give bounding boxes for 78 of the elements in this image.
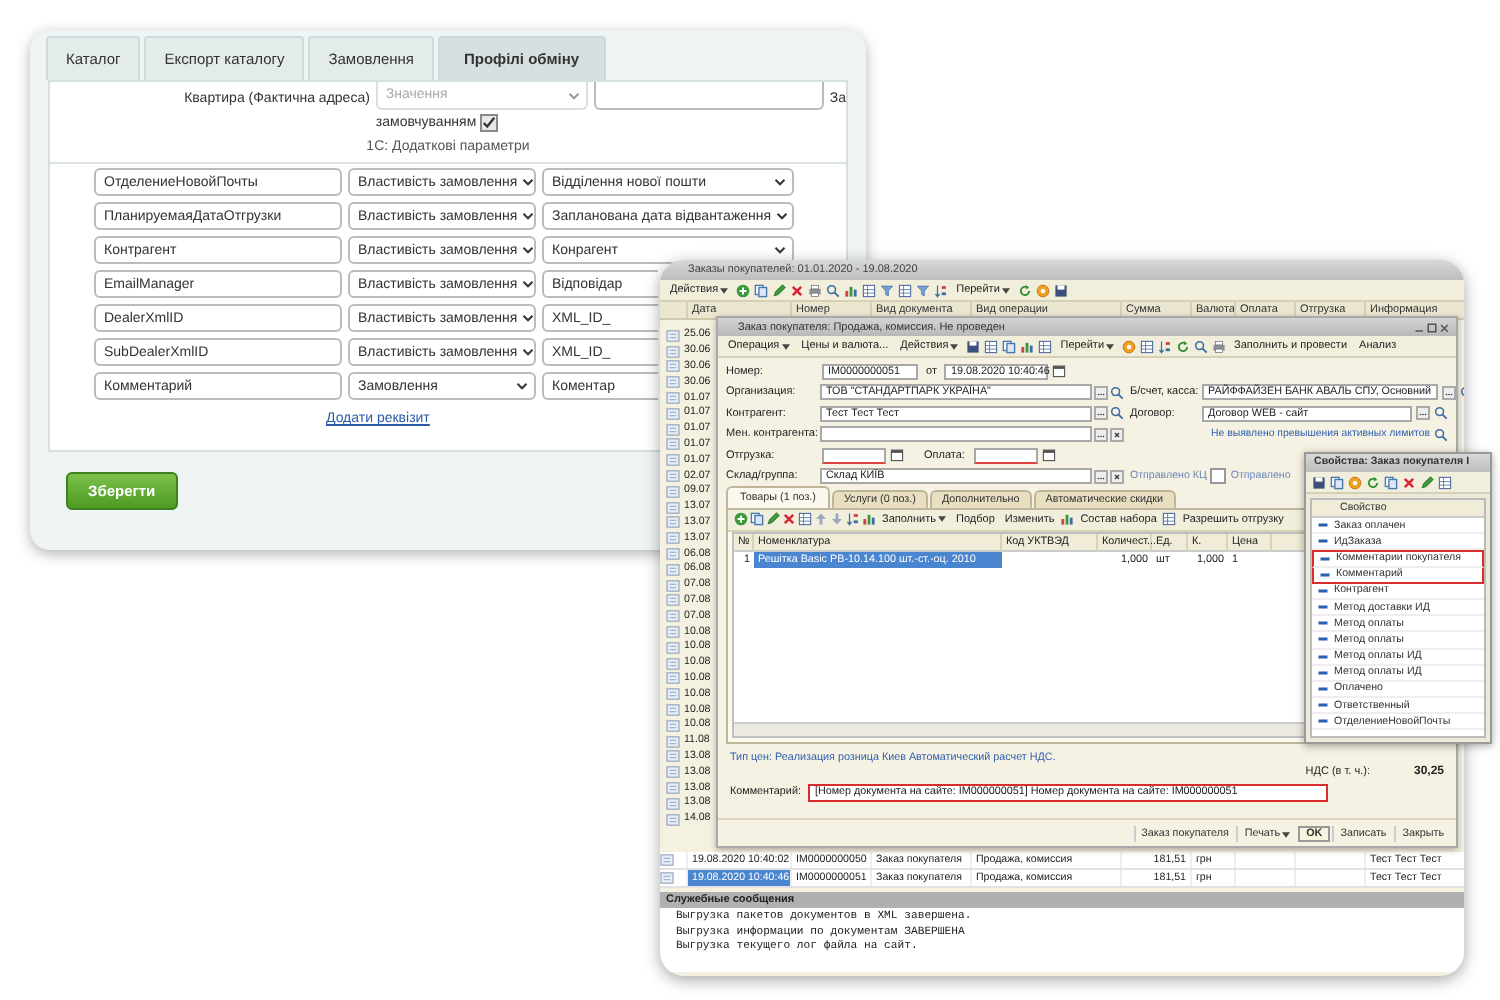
checkbox[interactable] bbox=[480, 114, 499, 132]
copy-icon[interactable] bbox=[1384, 475, 1398, 489]
window-controls-icon[interactable] bbox=[1414, 321, 1450, 333]
document-icon bbox=[666, 688, 680, 701]
save-icon[interactable] bbox=[1053, 283, 1068, 297]
caret-icon bbox=[950, 343, 959, 349]
caret-icon bbox=[781, 343, 790, 349]
caret-icon bbox=[1001, 287, 1010, 293]
copy-icon[interactable] bbox=[750, 512, 764, 526]
document-icon bbox=[666, 766, 680, 779]
document-icon bbox=[666, 532, 680, 545]
printer-icon[interactable] bbox=[1212, 339, 1227, 353]
calendar-icon[interactable] bbox=[1052, 364, 1067, 378]
chevron-icon bbox=[774, 178, 786, 186]
circle-icon[interactable] bbox=[1348, 475, 1362, 489]
document-icon bbox=[666, 813, 680, 826]
document-icon bbox=[660, 854, 674, 866]
chevron-icon bbox=[521, 314, 534, 322]
table-icon[interactable] bbox=[1162, 512, 1177, 526]
sort-icon[interactable] bbox=[846, 512, 860, 526]
clear-icon[interactable] bbox=[1110, 427, 1124, 441]
table-icon[interactable] bbox=[1140, 339, 1155, 353]
document-icon bbox=[666, 610, 680, 623]
chevron-icon bbox=[521, 280, 534, 288]
document-icon bbox=[666, 782, 680, 794]
chevron-icon bbox=[521, 178, 534, 186]
copy-icon[interactable] bbox=[1330, 475, 1344, 489]
chevron-icon bbox=[775, 212, 788, 220]
refresh-icon[interactable] bbox=[1176, 339, 1191, 353]
printer-icon[interactable] bbox=[808, 283, 823, 297]
calendar-icon[interactable] bbox=[890, 448, 904, 462]
delete-icon[interactable] bbox=[790, 283, 805, 297]
document-icon bbox=[666, 454, 680, 467]
date-field[interactable] bbox=[822, 447, 886, 463]
chevron-icon bbox=[521, 348, 534, 356]
add-icon[interactable] bbox=[736, 283, 751, 297]
copy-icon[interactable] bbox=[754, 283, 769, 297]
refresh-icon[interactable] bbox=[1366, 475, 1380, 489]
checkbox[interactable] bbox=[1210, 468, 1227, 484]
add-icon[interactable] bbox=[734, 512, 748, 526]
caret-icon bbox=[938, 516, 947, 522]
bar-chart-icon[interactable] bbox=[862, 512, 876, 526]
bar-chart-icon[interactable] bbox=[1060, 512, 1075, 526]
table-icon[interactable] bbox=[862, 283, 877, 297]
circle-icon[interactable] bbox=[1122, 339, 1137, 353]
delete-icon[interactable] bbox=[1402, 475, 1416, 489]
date-field[interactable] bbox=[974, 447, 1039, 463]
document-icon bbox=[660, 872, 674, 884]
text-field[interactable] bbox=[820, 426, 1092, 442]
delete-icon[interactable] bbox=[782, 512, 796, 526]
bar-chart-icon[interactable] bbox=[1020, 339, 1035, 353]
document-icon bbox=[666, 376, 680, 389]
table-icon[interactable] bbox=[1438, 475, 1452, 489]
save-icon[interactable] bbox=[966, 339, 981, 353]
document-icon bbox=[666, 329, 680, 342]
chevron-icon bbox=[521, 212, 534, 220]
chevron-icon bbox=[521, 246, 534, 254]
chevron-icon bbox=[567, 91, 580, 99]
document-icon bbox=[666, 797, 680, 810]
calendar-icon[interactable] bbox=[1042, 448, 1057, 462]
table-icon[interactable] bbox=[984, 339, 999, 353]
chevron-icon bbox=[516, 382, 528, 390]
table-icon[interactable] bbox=[1038, 339, 1053, 353]
chevron-icon bbox=[774, 246, 786, 254]
bar-chart-icon[interactable] bbox=[844, 283, 859, 297]
text-field[interactable] bbox=[593, 82, 824, 110]
refresh-icon[interactable] bbox=[1017, 283, 1032, 297]
caret-icon bbox=[1106, 343, 1115, 349]
sort-icon[interactable] bbox=[1158, 339, 1173, 353]
table-icon[interactable] bbox=[898, 283, 913, 297]
caret-icon bbox=[720, 287, 729, 293]
save-icon[interactable] bbox=[1312, 475, 1326, 489]
caret-icon bbox=[1282, 831, 1291, 837]
pencil-icon[interactable] bbox=[766, 512, 780, 526]
sort-icon[interactable] bbox=[934, 283, 949, 297]
clear-icon[interactable] bbox=[1110, 469, 1124, 483]
table-icon[interactable] bbox=[798, 512, 812, 526]
copy-icon[interactable] bbox=[1002, 339, 1017, 353]
